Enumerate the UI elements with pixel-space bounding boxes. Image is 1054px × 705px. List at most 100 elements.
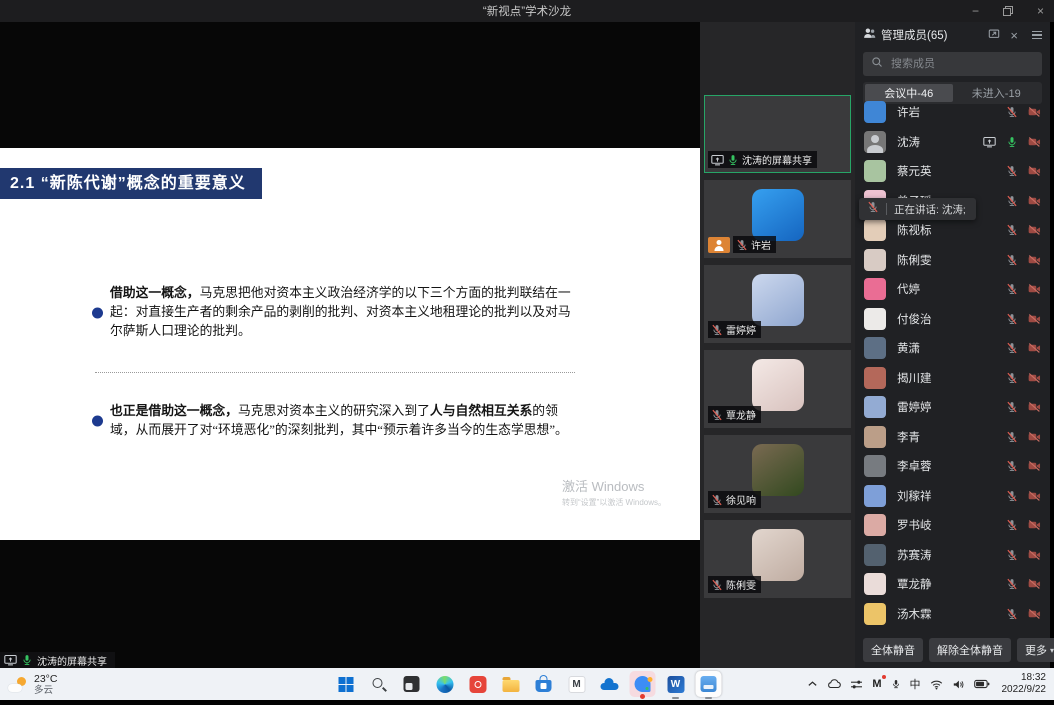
camera-off-icon[interactable] — [1028, 608, 1041, 620]
video-thumbnail[interactable]: 沈涛的屏幕共享 — [704, 95, 851, 173]
restore-icon[interactable] — [1003, 6, 1013, 16]
member-name: 罗书岐 — [897, 517, 932, 533]
camera-off-icon[interactable] — [1028, 313, 1041, 325]
mic-muted-icon[interactable] — [1006, 165, 1018, 177]
mic-on-icon — [727, 154, 739, 166]
tray-chevron-up-icon[interactable] — [807, 680, 818, 688]
mic-muted-icon[interactable] — [1006, 401, 1018, 413]
member-row[interactable]: 陈视标 — [864, 219, 1041, 241]
video-thumbnail[interactable]: 徐见响 — [704, 435, 851, 513]
tab-not-joined[interactable]: 未进入-19 — [953, 84, 1041, 102]
video-thumbnail[interactable]: 陈俐雯 — [704, 520, 851, 598]
mute-all-button[interactable]: 全体静音 — [863, 638, 923, 662]
meeting-taskbar-icon[interactable] — [630, 671, 656, 697]
member-row[interactable]: 代婷 — [864, 278, 1041, 300]
menu-icon[interactable] — [1032, 31, 1042, 40]
member-row[interactable]: 揭川建 — [864, 367, 1041, 389]
wifi-icon[interactable] — [930, 679, 943, 690]
member-row[interactable]: 陈俐雯 — [864, 249, 1041, 271]
word-taskbar-icon[interactable] — [663, 671, 689, 697]
settings-sliders-icon[interactable] — [850, 679, 863, 690]
start-taskbar-icon[interactable] — [333, 671, 359, 697]
mic-muted-icon[interactable] — [1006, 313, 1018, 325]
camera-off-icon[interactable] — [1028, 372, 1041, 384]
mic-muted-icon[interactable] — [1006, 431, 1018, 443]
camera-off-icon[interactable] — [1028, 106, 1041, 118]
mic-muted-icon[interactable] — [1006, 608, 1018, 620]
mindmanager-taskbar-icon[interactable] — [564, 671, 590, 697]
mic-muted-icon[interactable] — [1006, 283, 1018, 295]
mic-muted-icon[interactable] — [1006, 195, 1018, 207]
camera-off-icon[interactable] — [1028, 224, 1041, 236]
mic-muted-icon[interactable] — [1006, 342, 1018, 354]
member-row[interactable]: 刘稼祥 — [864, 485, 1041, 507]
notification-dot — [640, 694, 645, 699]
clock[interactable]: 18:32 2022/9/22 — [1002, 672, 1047, 697]
tab-in-meeting[interactable]: 会议中-46 — [865, 84, 953, 102]
mic-muted-icon[interactable] — [1006, 254, 1018, 266]
camera-off-icon[interactable] — [1028, 195, 1041, 207]
panel-close-icon[interactable]: × — [1010, 29, 1018, 42]
close-icon[interactable]: × — [1037, 0, 1044, 22]
mic-muted-icon[interactable] — [1006, 224, 1018, 236]
m-app-tray-icon[interactable]: M — [872, 678, 881, 690]
appgallery-taskbar-icon[interactable] — [465, 671, 491, 697]
camera-off-icon[interactable] — [1028, 165, 1041, 177]
edge-taskbar-icon[interactable] — [432, 671, 458, 697]
camera-off-icon[interactable] — [1028, 431, 1041, 443]
member-row[interactable]: 沈涛 — [864, 131, 1041, 153]
member-row[interactable]: 汤木霖 — [864, 603, 1041, 625]
ime-indicator[interactable]: 中 — [910, 676, 921, 692]
popout-icon[interactable] — [988, 26, 1000, 44]
unmute-all-button[interactable]: 解除全体静音 — [929, 638, 1011, 662]
speaker-icon[interactable] — [952, 679, 965, 690]
member-row[interactable]: 付俊治 — [864, 308, 1041, 330]
onedrive-tray-icon[interactable] — [827, 679, 841, 689]
camera-off-icon[interactable] — [1028, 254, 1041, 266]
search-taskbar-icon[interactable] — [366, 671, 392, 697]
mic-muted-icon[interactable] — [1006, 549, 1018, 561]
member-row[interactable]: 李卓蓉 — [864, 455, 1041, 477]
camera-off-icon[interactable] — [1028, 490, 1041, 502]
camera-off-icon[interactable] — [1028, 578, 1041, 590]
explorer-taskbar-icon[interactable] — [498, 671, 524, 697]
camera-off-icon[interactable] — [1028, 519, 1041, 531]
member-row[interactable]: 黄潇 — [864, 337, 1041, 359]
member-row[interactable]: 李青 — [864, 426, 1041, 448]
member-row[interactable]: 许岩 — [864, 101, 1041, 123]
member-row[interactable]: 雷婷婷 — [864, 396, 1041, 418]
screen-share-icon[interactable] — [983, 136, 996, 148]
member-name: 黄潇 — [897, 340, 920, 356]
camera-off-icon[interactable] — [1028, 283, 1041, 295]
mic-muted-icon[interactable] — [1006, 372, 1018, 384]
video-thumbnail[interactable]: 覃龙静 — [704, 350, 851, 428]
camera-off-icon[interactable] — [1028, 460, 1041, 472]
more-button[interactable]: 更多 ▾ — [1017, 638, 1054, 662]
mic-muted-icon[interactable] — [1006, 519, 1018, 531]
member-row[interactable]: 罗书岐 — [864, 514, 1041, 536]
member-row[interactable]: 苏赛涛 — [864, 544, 1041, 566]
member-search-box[interactable] — [863, 52, 1042, 76]
mic-muted-icon[interactable] — [1006, 578, 1018, 590]
member-row[interactable]: 覃龙静 — [864, 573, 1041, 595]
video-thumbnail[interactable]: 许岩 — [704, 180, 851, 258]
onedrive-taskbar-icon[interactable] — [597, 671, 623, 697]
screenshot-taskbar-icon[interactable] — [696, 671, 722, 697]
minimize-icon[interactable]: − — [972, 0, 979, 22]
camera-off-icon[interactable] — [1028, 342, 1041, 354]
search-input[interactable] — [889, 57, 1034, 71]
store-taskbar-icon[interactable] — [531, 671, 557, 697]
taskview-taskbar-icon[interactable] — [399, 671, 425, 697]
camera-off-icon[interactable] — [1028, 549, 1041, 561]
camera-off-icon[interactable] — [1028, 136, 1041, 148]
battery-icon[interactable] — [974, 679, 990, 689]
mic-muted-icon[interactable] — [1006, 490, 1018, 502]
mic-muted-icon[interactable] — [1006, 460, 1018, 472]
microphone-tray-icon[interactable] — [891, 678, 901, 690]
member-row[interactable]: 蔡元英 — [864, 160, 1041, 182]
weather-widget[interactable]: 23°C 多云 — [8, 668, 57, 700]
camera-off-icon[interactable] — [1028, 401, 1041, 413]
mic-on-icon[interactable] — [1006, 136, 1018, 148]
mic-muted-icon[interactable] — [1006, 106, 1018, 118]
video-thumbnail[interactable]: 雷婷婷 — [704, 265, 851, 343]
